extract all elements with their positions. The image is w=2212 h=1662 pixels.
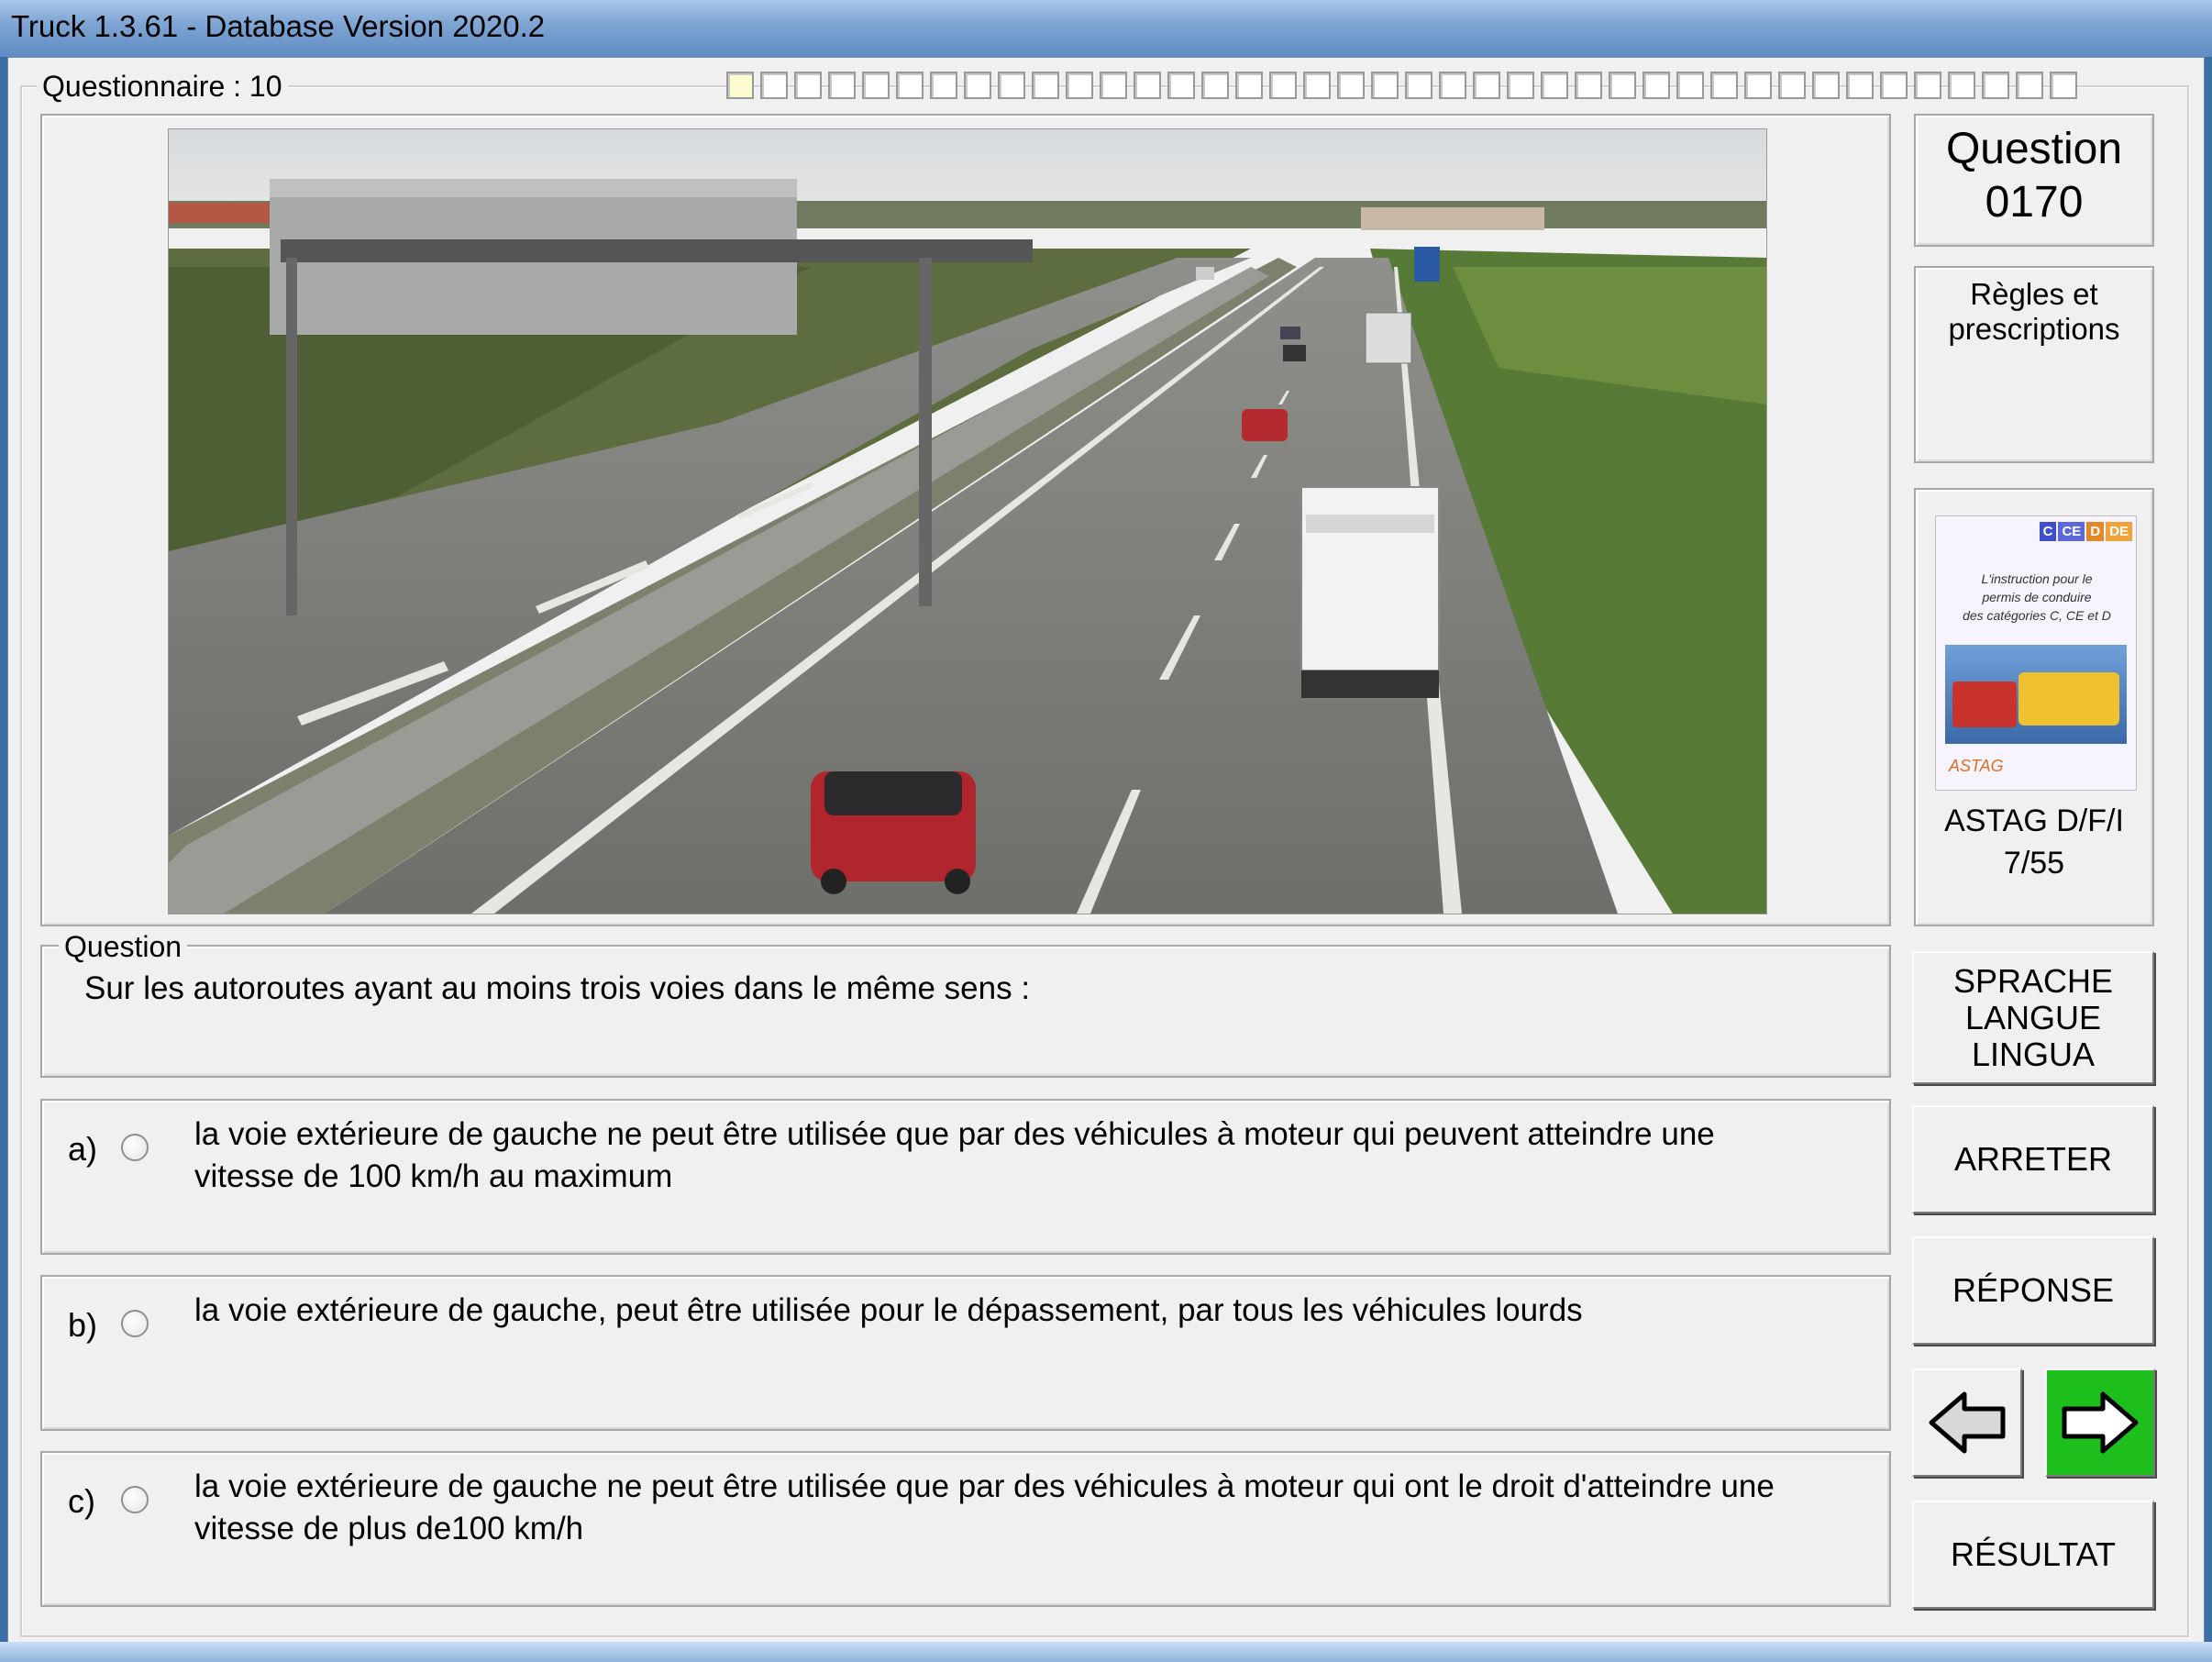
progress-cell	[1676, 72, 1704, 99]
answer-c-letter: c)	[68, 1482, 95, 1520]
progress-cell	[1337, 72, 1365, 99]
progress-cell	[1201, 72, 1229, 99]
progress-cell	[794, 72, 822, 99]
license-badge: D	[2086, 522, 2105, 541]
progress-cell	[1710, 72, 1738, 99]
progress-cell	[1846, 72, 1874, 99]
progress-cell	[726, 72, 754, 99]
progress-cell	[1642, 72, 1670, 99]
result-button[interactable]: RÉSULTAT	[1912, 1501, 2154, 1609]
progress-cell	[1066, 72, 1093, 99]
language-button[interactable]: SPRACHE LANGUE LINGUA	[1912, 951, 2154, 1084]
answer-a-line1: la voie extérieure de gauche ne peut êtr…	[194, 1116, 1715, 1152]
progress-cell	[1134, 72, 1161, 99]
progress-cell	[1914, 72, 1941, 99]
question-number: 0170	[1985, 178, 2084, 227]
category-box: Règles et prescriptions	[1914, 266, 2154, 463]
book-caption-line2: 7/55	[2003, 846, 2065, 881]
stop-button[interactable]: ARRETER	[1912, 1105, 2154, 1213]
answer-a-text: la voie extérieure de gauche ne peut êtr…	[194, 1114, 1715, 1198]
progress-cell	[2050, 72, 2077, 99]
progress-cell	[1948, 72, 1975, 99]
progress-cell	[1439, 72, 1466, 99]
progress-cell	[998, 72, 1025, 99]
astag-logo: ASTAG	[1949, 757, 2004, 775]
question-text-box	[40, 945, 1891, 1078]
previous-button[interactable]	[1912, 1368, 2022, 1477]
progress-cell	[1303, 72, 1331, 99]
window-title: Truck 1.3.61 - Database Version 2020.2	[11, 9, 546, 43]
answer-button[interactable]: RÉPONSE	[1912, 1236, 2154, 1345]
progress-cell	[1575, 72, 1602, 99]
book-cover-vehicles	[1945, 645, 2127, 744]
progress-cell	[1609, 72, 1636, 99]
question-progress-bar	[726, 72, 2077, 99]
progress-cell	[1371, 72, 1399, 99]
highway-scene-image	[169, 129, 1766, 914]
progress-cell	[1405, 72, 1432, 99]
progress-cell	[1167, 72, 1195, 99]
book-caption: ASTAG D/F/I 7/55	[1914, 800, 2154, 884]
window-bottom-border	[0, 1642, 2212, 1662]
answer-c-line1: la voie extérieure de gauche ne peut êtr…	[194, 1468, 1775, 1504]
language-line3: LINGUA	[1971, 1035, 2096, 1073]
question-label: Question	[1945, 125, 2123, 173]
answer-b-letter: b)	[68, 1306, 98, 1344]
answer-b-text: la voie extérieure de gauche, peut être …	[194, 1290, 1583, 1332]
arrow-right-icon	[2062, 1391, 2139, 1454]
next-button[interactable]	[2045, 1368, 2155, 1477]
progress-cell	[964, 72, 991, 99]
progress-cell	[1880, 72, 1908, 99]
progress-cell	[896, 72, 924, 99]
progress-cell	[760, 72, 788, 99]
answer-c-line2: vitesse de plus de100 km/h	[194, 1511, 584, 1546]
license-badge: DE	[2106, 522, 2132, 541]
progress-cell	[2016, 72, 2043, 99]
progress-cell	[1812, 72, 1840, 99]
progress-cell	[1541, 72, 1568, 99]
progress-cell	[1269, 72, 1297, 99]
questionnaire-label: Questionnaire : 10	[37, 70, 288, 103]
book-caption-line1: ASTAG D/F/I	[1944, 803, 2124, 838]
question-photo	[168, 128, 1767, 914]
language-line2: LANGUE	[1964, 998, 2102, 1036]
progress-cell	[930, 72, 957, 99]
question-legend: Question	[59, 930, 188, 963]
book-cover-text: L'instruction pour le permis de conduire…	[1945, 570, 2129, 625]
book-cover-image: C CE D DE L'instruction pour le permis de c…	[1935, 515, 2137, 791]
category-label: Règles et prescriptions	[1916, 268, 2152, 347]
progress-cell	[1473, 72, 1500, 99]
answer-a-letter: a)	[68, 1130, 98, 1168]
license-badge: C	[2039, 522, 2057, 541]
book-cover-line1: L'instruction pour le	[1981, 571, 2093, 586]
license-badge: CE	[2058, 522, 2085, 541]
answer-b-line1: la voie extérieure de gauche, peut être …	[194, 1292, 1583, 1328]
progress-cell	[1507, 72, 1534, 99]
progress-cell	[1982, 72, 2009, 99]
question-text: Sur les autoroutes ayant au moins trois …	[84, 970, 1031, 1006]
progress-cell	[1744, 72, 1772, 99]
answer-a-line2: vitesse de 100 km/h au maximum	[194, 1158, 673, 1194]
progress-cell	[1235, 72, 1263, 99]
category-line1: Règles et	[1970, 277, 2098, 311]
language-line1: SPRACHE	[1952, 961, 2114, 1000]
answer-c-radio[interactable]	[121, 1486, 149, 1513]
answer-b-radio[interactable]	[121, 1310, 149, 1337]
arrow-left-icon	[1929, 1391, 2006, 1454]
license-category-badges: C CE D DE	[2039, 522, 2132, 541]
progress-cell	[1778, 72, 1806, 99]
title-bar: Truck 1.3.61 - Database Version 2020.2	[0, 0, 2212, 57]
question-number-box: Question 0170	[1914, 114, 2154, 247]
answer-c-text: la voie extérieure de gauche ne peut êtr…	[194, 1466, 1775, 1550]
progress-cell	[828, 72, 856, 99]
answer-a-radio[interactable]	[121, 1134, 149, 1161]
book-cover-line3: des catégories C, CE et D	[1963, 608, 2111, 623]
progress-cell	[1032, 72, 1059, 99]
progress-cell	[862, 72, 890, 99]
book-cover-line2: permis de conduire	[1982, 590, 2092, 604]
category-line2: prescriptions	[1948, 312, 2120, 346]
progress-cell	[1100, 72, 1127, 99]
